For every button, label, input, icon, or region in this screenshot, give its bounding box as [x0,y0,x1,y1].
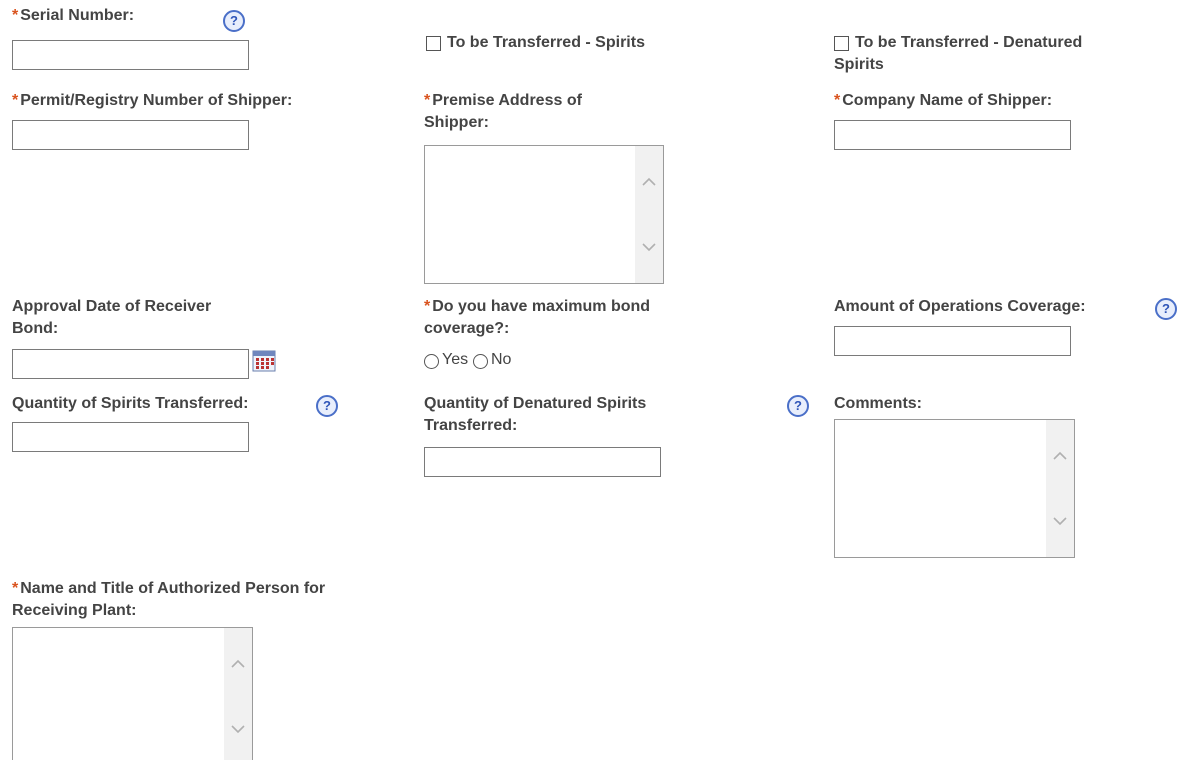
help-icon[interactable]: ? [787,395,809,417]
max-bond-label-line1: * Do you have maximum bond [424,298,651,315]
textarea-scrollbar[interactable] [1046,420,1074,557]
premise-address-label-line1: * Premise Address of [424,92,582,109]
quantity-spirits-label: Quantity of Spirits Transferred: [12,395,249,412]
authorized-person-label-line1: * Name and Title of Authorized Person for [12,580,326,597]
max-bond-label-line2: coverage?: [424,320,510,337]
approval-date-label-line2: Bond: [12,320,59,337]
chevron-down-icon[interactable] [1052,513,1068,529]
required-marker: * [424,298,431,315]
quantity-spirits-input[interactable] [12,422,249,452]
comments-label: Comments: [834,395,923,412]
textarea-scrollbar[interactable] [224,628,252,760]
approval-date-label-line1: Approval Date of Receiver [12,298,212,315]
company-name-input[interactable] [834,120,1071,150]
approval-date-input[interactable] [12,349,249,379]
help-icon[interactable]: ? [1155,298,1177,320]
authorized-person-textarea[interactable] [12,627,253,760]
quantity-denatured-label-line1: Quantity of Denatured Spirits [424,395,647,412]
required-marker: * [12,92,19,109]
permit-registry-label: * Permit/Registry Number of Shipper: [12,92,293,109]
authorized-person-label-line2: Receiving Plant: [12,602,137,619]
required-marker: * [424,92,431,109]
serial-number-input[interactable] [12,40,249,70]
max-bond-no-radio[interactable] [473,354,488,369]
transfer-denatured-label-line1: To be Transferred - Denatured [855,34,1083,51]
calendar-icon[interactable] [252,350,276,372]
permit-registry-input[interactable] [12,120,249,150]
quantity-denatured-label-line2: Transferred: [424,417,518,434]
company-name-label: * Company Name of Shipper: [834,92,1053,109]
operations-coverage-input[interactable] [834,326,1071,356]
premise-address-label-line2: Shipper: [424,114,489,131]
help-icon[interactable]: ? [316,395,338,417]
required-marker: * [12,580,19,597]
transfer-spirits-label: To be Transferred - Spirits [447,34,645,51]
operations-coverage-label: Amount of Operations Coverage: [834,298,1086,315]
help-icon[interactable]: ? [223,10,245,32]
transfer-denatured-checkbox[interactable] [834,36,849,51]
quantity-denatured-input[interactable] [424,447,661,477]
max-bond-yes-radio[interactable] [424,354,439,369]
chevron-up-icon[interactable] [641,174,657,190]
max-bond-no-label: No [491,351,512,368]
chevron-up-icon[interactable] [1052,448,1068,464]
premise-address-textarea[interactable] [424,145,664,284]
required-marker: * [834,92,841,109]
chevron-down-icon[interactable] [230,721,246,737]
serial-number-label: * Serial Number: [12,7,135,24]
required-marker: * [12,7,19,24]
max-bond-yes-label: Yes [442,351,469,368]
transfer-denatured-label-line2: Spirits [834,56,884,73]
chevron-down-icon[interactable] [641,239,657,255]
comments-textarea[interactable] [834,419,1075,558]
transfer-spirits-checkbox[interactable] [426,36,441,51]
chevron-up-icon[interactable] [230,656,246,672]
textarea-scrollbar[interactable] [635,146,663,283]
